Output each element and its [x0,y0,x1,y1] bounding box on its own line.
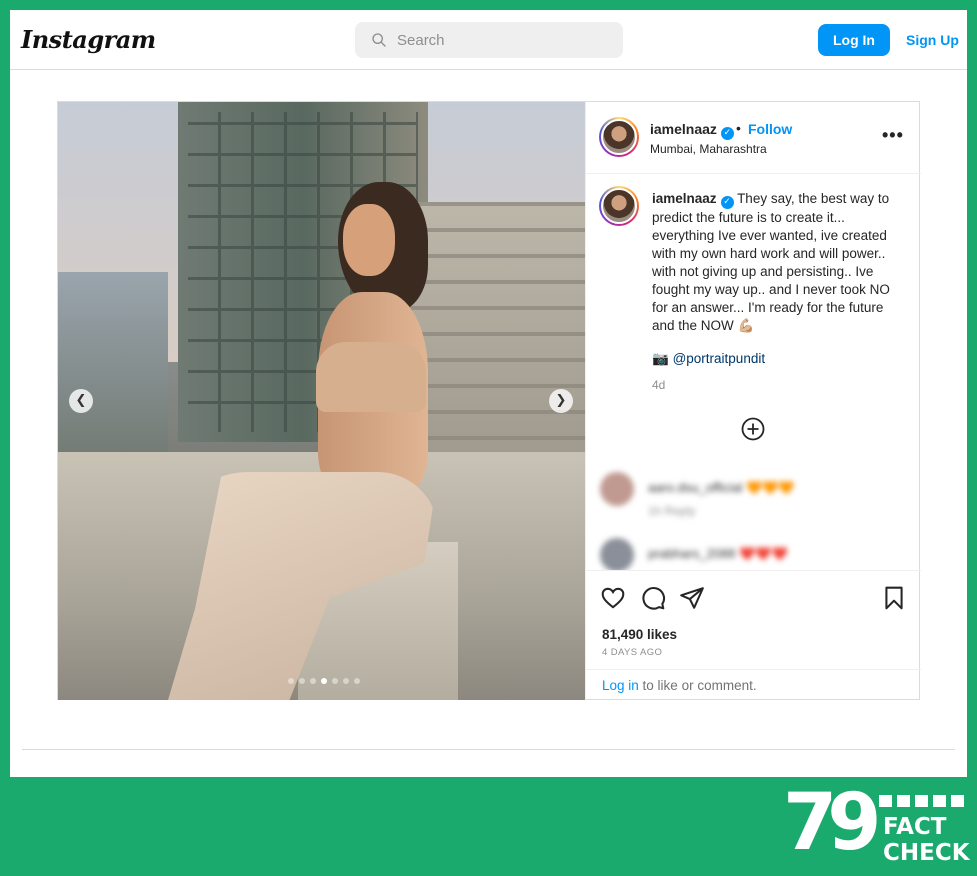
post-photo[interactable]: ❮ ❯ [58,102,585,700]
photo-building-left [58,272,168,472]
search-box[interactable] [355,22,623,58]
post-location[interactable]: Mumbai, Maharashtra [650,142,767,156]
carousel-prev-button[interactable]: ❮ [69,389,93,413]
chevron-left-icon: ❮ [75,393,87,408]
carousel-indicator [288,678,360,684]
post-age: 4d [652,378,666,392]
avatar [600,472,634,506]
carousel-dot [343,678,349,684]
top-navigation-bar: Instagram Log In Sign Up [10,10,967,70]
login-button[interactable]: Log In [818,24,890,56]
heart-icon[interactable] [600,585,626,611]
avatar [600,538,634,570]
carousel-dot [288,678,294,684]
credit-handle-link[interactable]: @portraitpundit [673,351,766,366]
share-icon[interactable] [679,585,705,611]
photo-subject [168,182,468,700]
footer-divider [22,749,955,750]
verified-badge-icon: ✓ [720,196,734,209]
page-frame: Instagram Log In Sign Up [10,10,967,777]
post-username[interactable]: iamelnaaz ✓ [650,121,734,140]
bookmark-icon[interactable] [881,585,907,611]
comment-icon[interactable] [640,585,666,611]
comment-text: prabhars_2088 ❤️❤️❤️ [648,546,788,561]
post-side-panel: iamelnaaz ✓ • Follow Mumbai, Maharashtra … [585,102,921,700]
follow-button[interactable]: Follow [748,121,792,137]
separator-dot: • [736,120,741,136]
logo-bar [879,795,967,807]
carousel-dot [299,678,305,684]
caption-text: They say, the best way to predict the fu… [652,191,890,333]
likes-count[interactable]: 81,490 likes [602,627,677,642]
comments-list: aaro.dsu_official 🧡🧡🧡 1h Reply prabhars_… [586,458,921,570]
logo-check-text: CHECK [883,840,970,866]
camera-emoji: 📷 [652,351,669,366]
post-header: iamelnaaz ✓ • Follow Mumbai, Maharashtra … [586,102,921,174]
comment-meta: 1h Reply [648,504,696,518]
post-card: ❮ ❯ iamelnaaz ✓ • Follow Mumbai, Maharash… [57,101,921,700]
caption-username[interactable]: iamelnaaz [652,191,717,206]
post-caption: iamelnaaz ✓ They say, the best way to pre… [652,190,897,335]
search-icon [372,33,386,47]
carousel-dot [321,678,327,684]
carousel-dot [332,678,338,684]
comment-text: aaro.dsu_official 🧡🧡🧡 [648,480,795,495]
more-options-icon[interactable]: ••• [882,126,903,144]
carousel-dot [310,678,316,684]
caption-section: iamelnaaz ✓ They say, the best way to pre… [586,174,921,474]
login-prompt-link[interactable]: Log in [602,678,639,693]
add-circle-icon[interactable] [741,417,765,441]
signup-link[interactable]: Sign Up [906,32,959,48]
avatar[interactable] [599,117,639,157]
factcheck-logo: 79 FACT CHECK [783,781,970,867]
post-date: 4 DAYS AGO [602,647,663,658]
login-prompt: Log in to like or comment. [586,669,921,701]
verified-badge-icon: ✓ [720,127,734,140]
logo-number: 79 [783,778,881,868]
chevron-right-icon: ❯ [555,393,567,408]
login-prompt-text: to like or comment. [638,678,757,693]
caption-avatar[interactable] [599,186,639,226]
search-input[interactable] [397,22,607,58]
photo-credit: 📷 @portraitpundit [652,351,765,367]
logo-fact-text: FACT [883,814,947,840]
instagram-logo[interactable]: Instagram [21,25,156,54]
carousel-dot [354,678,360,684]
post-actions: 81,490 likes 4 DAYS AGO Log in to like o… [586,570,921,700]
carousel-next-button[interactable]: ❯ [549,389,573,413]
